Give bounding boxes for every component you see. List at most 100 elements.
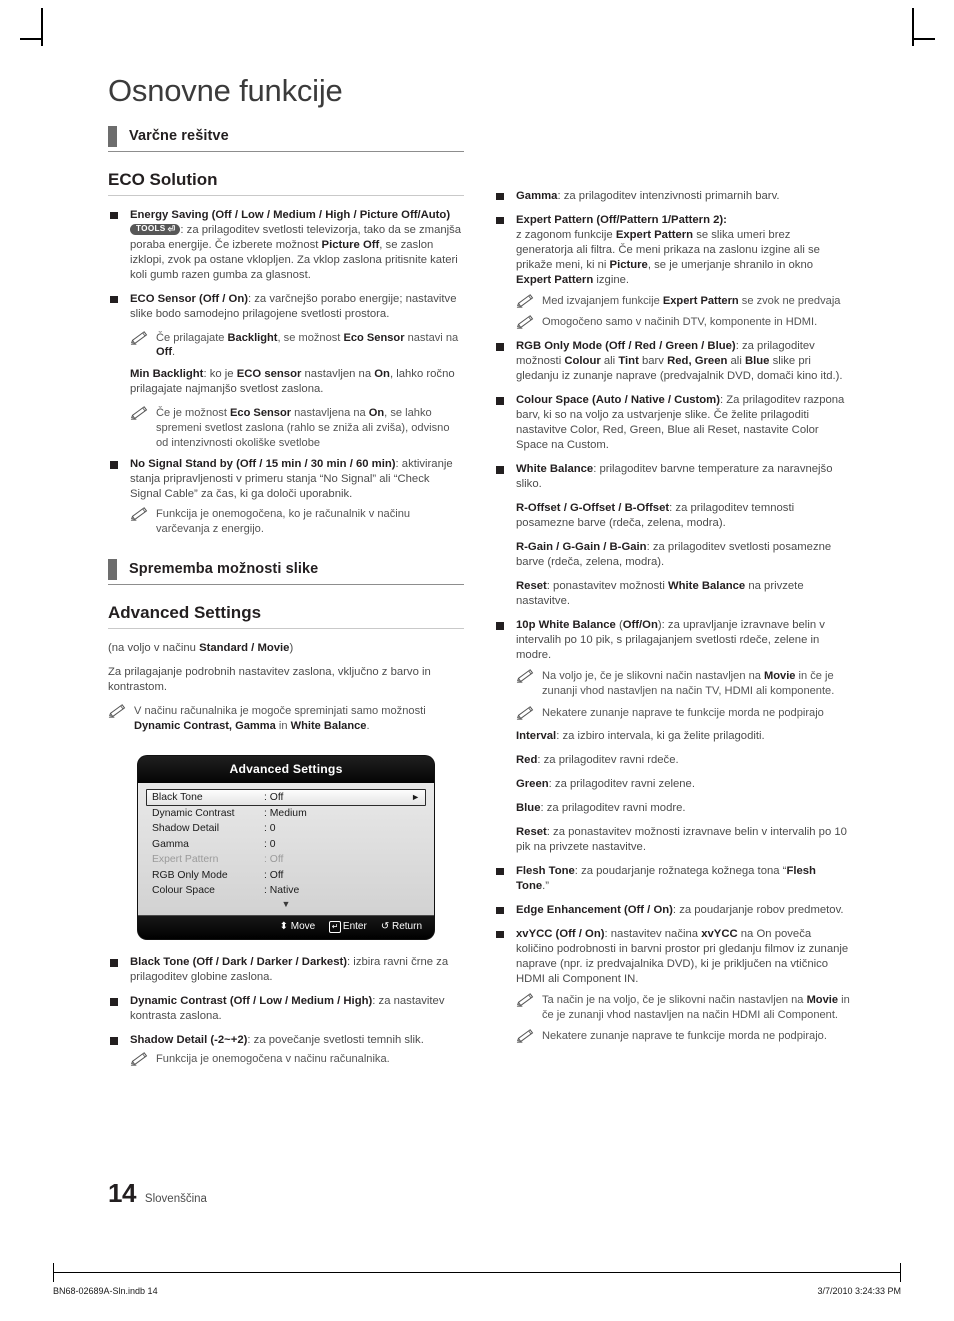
item-bold-1: Expert Pattern: [615, 228, 694, 241]
item-title: xvYCC (Off / On): [516, 927, 605, 940]
item-title: Gamma: [516, 189, 558, 202]
note-xvycc-movie-mode: Ta način je na voljo, če je slikovni nač…: [516, 992, 850, 1023]
no-signal-list: No Signal Stand by (Off / 15 min / 30 mi…: [108, 457, 464, 537]
pencil-note-icon: [516, 315, 534, 330]
note-text: Med izvajanjem funkcije: [542, 294, 663, 307]
item-title: Dynamic Contrast (Off / Low / Medium / H…: [130, 995, 373, 1008]
section-bar-icon: [108, 125, 117, 147]
item-title: Energy Saving (Off / Low / Medium / High…: [130, 208, 451, 221]
item-bold-1: Off/On: [622, 619, 658, 632]
section-header-varcne-resitve: Varčne rešitve: [108, 125, 464, 152]
item-title: RGB Only Mode (Off / Red / Green / Blue): [516, 340, 736, 353]
para-bold-2: ECO sensor: [236, 368, 302, 381]
section-title: Varčne rešitve: [129, 128, 229, 145]
osd-footer-hints: ⬍ Move ↵ Enter ↺ Return: [138, 915, 434, 940]
section-bar-icon: [108, 558, 117, 580]
osd-value: : 0: [264, 838, 276, 850]
page-number: 14: [108, 1178, 136, 1208]
note-bold: Expert Pattern: [662, 294, 739, 307]
paragraph-gain: R-Gain / G-Gain / B-Gain: za prilagodite…: [516, 540, 850, 570]
item-text-3: barv: [638, 355, 668, 368]
pencil-note-icon: [516, 705, 534, 720]
pencil-note-icon: [516, 1029, 534, 1044]
paragraph-reset-white-balance: Reset: ponastavitev možnosti White Balan…: [516, 579, 850, 609]
osd-value: : 0: [264, 823, 276, 835]
osd-row-shadow-detail[interactable]: Shadow Detail : 0: [146, 821, 426, 836]
osd-value: : Medium: [264, 808, 307, 820]
note-text: Funkcija je onemogočena v načinu računal…: [156, 1053, 390, 1066]
para-text: : za ponastavitev možnosti izravnave bel…: [516, 825, 847, 853]
list-item-dynamic-contrast: Dynamic Contrast (Off / Low / Medium / H…: [108, 994, 464, 1024]
item-text-3: , se je umerjanje shranilo in okno: [647, 258, 814, 271]
advanced-settings-list: Black Tone (Off / Dark / Darker / Darkes…: [108, 955, 464, 1067]
para-text: : ponastavitev možnosti: [546, 580, 668, 593]
section-title: Sprememba možnosti slike: [129, 561, 319, 578]
osd-row-dynamic-contrast[interactable]: Dynamic Contrast : Medium: [146, 806, 426, 821]
list-item-white-balance: White Balance: prilagoditev barvne tempe…: [494, 462, 850, 609]
crop-mark-top-left-vertical: [41, 8, 43, 46]
para-bold: Interval: [516, 729, 557, 742]
item-bold-1: xvYCC: [701, 927, 738, 940]
osd-hint-label: Move: [290, 921, 316, 933]
note-bold-2: White Balance: [290, 719, 367, 732]
osd-row-colour-space[interactable]: Colour Space : Native: [146, 883, 426, 898]
osd-hint-enter[interactable]: ↵ Enter: [329, 921, 367, 934]
item-title: 10p White Balance: [516, 619, 616, 632]
note-backlight-eco-sensor: Če prilagajate Backlight, se možnost Eco…: [130, 330, 464, 361]
scroll-down-icon[interactable]: ▼: [146, 898, 426, 913]
note-bold-3: Off: [156, 346, 173, 359]
enter-key-icon: ↵: [329, 921, 341, 934]
note-expert-pattern-modes: Omogočeno samo v načinih DTV, komponente…: [516, 315, 850, 330]
note-bold: Movie: [806, 993, 839, 1006]
item-text-2: ali: [600, 355, 619, 368]
osd-hint-label: Enter: [342, 921, 367, 933]
list-item-eco-sensor: ECO Sensor (Off / On): za varčnejšo pora…: [108, 292, 464, 322]
note-text: V načinu računalnika je mogoče spreminja…: [134, 705, 426, 718]
note-text-2: in: [275, 719, 291, 732]
note-text-2: nastavljena na: [291, 407, 369, 420]
osd-label: Black Tone: [152, 791, 203, 803]
osd-hint-return[interactable]: ↺ Return: [381, 921, 422, 933]
item-text: : za prilagoditev intenzivnosti primarni…: [557, 189, 780, 202]
note-text: Funkcija je onemogočena, ko je računalni…: [156, 508, 411, 536]
para-text: : za prilagoditev ravni zelene.: [548, 777, 695, 790]
item-bold-3: Red, Green: [667, 355, 728, 368]
pencil-note-icon: [130, 330, 148, 345]
para-bold: Reset: [516, 825, 547, 838]
para-bold: Reset: [516, 580, 547, 593]
note-pc-mode-limits: V načinu računalnika je mogoče spreminja…: [108, 704, 464, 734]
item-colon: :: [723, 213, 727, 226]
list-item-no-signal-standby: No Signal Stand by (Off / 15 min / 30 mi…: [108, 457, 464, 537]
osd-row-gamma[interactable]: Gamma : 0: [146, 837, 426, 852]
note-bold: Backlight: [227, 331, 278, 344]
item-text: : nastavitev načina: [604, 927, 702, 940]
para-bold-2: White Balance: [667, 580, 746, 593]
item-title: Colour Space (Auto / Native / Custom): [516, 394, 720, 407]
list-item-flesh-tone: Flesh Tone: za poudarjanje rožnatega kož…: [494, 864, 850, 894]
print-footer-file: BN68-02689A-Sln.indb 14: [53, 1286, 158, 1296]
document-page: Osnovne funkcije Varčne rešitve ECO Solu…: [0, 0, 954, 1321]
page-footer: 14 Slovenščina: [108, 1178, 207, 1209]
two-column-layout: Varčne rešitve ECO Solution Energy Savin…: [108, 125, 850, 1076]
updown-arrow-icon: ⬍: [279, 921, 288, 933]
enter-arrow-icon: ⏎: [167, 223, 176, 234]
page-language: Slovenščina: [144, 1193, 207, 1205]
print-footer: BN68-02689A-Sln.indb 14 3/7/2010 3:24:33…: [53, 1286, 901, 1296]
osd-row-black-tone[interactable]: Black Tone : Off ►: [146, 788, 426, 806]
eco-solution-list: Energy Saving (Off / Low / Medium / High…: [108, 208, 464, 322]
note-text: Nekatere zunanje naprave te funkcije mor…: [542, 706, 824, 719]
para-bold: R-Gain / G-Gain / B-Gain: [516, 541, 647, 554]
paragraph-availability: (na voljo v načinu Standard / Movie): [108, 641, 464, 656]
osd-row-rgb-only-mode[interactable]: RGB Only Mode : Off: [146, 867, 426, 882]
para-bold-3: On: [374, 368, 390, 381]
para-bold: Red: [516, 753, 538, 766]
pencil-note-icon: [130, 1052, 148, 1066]
item-text: z zagonom funkcije: [516, 228, 616, 241]
osd-advanced-settings-menu[interactable]: Advanced Settings Black Tone : Off ► Dyn…: [138, 755, 434, 940]
osd-hint-move[interactable]: ⬍ Move: [280, 921, 316, 933]
crop-mark-top-right-horizontal: [913, 38, 935, 40]
paragraph-red: Red: za prilagoditev ravni rdeče.: [516, 753, 850, 768]
tools-button-chip[interactable]: TOOLS ⏎: [130, 223, 181, 236]
osd-value: : Native: [264, 884, 300, 896]
note-10p-movie-mode: Na voljo je, če je slikovni način nastav…: [516, 669, 850, 699]
